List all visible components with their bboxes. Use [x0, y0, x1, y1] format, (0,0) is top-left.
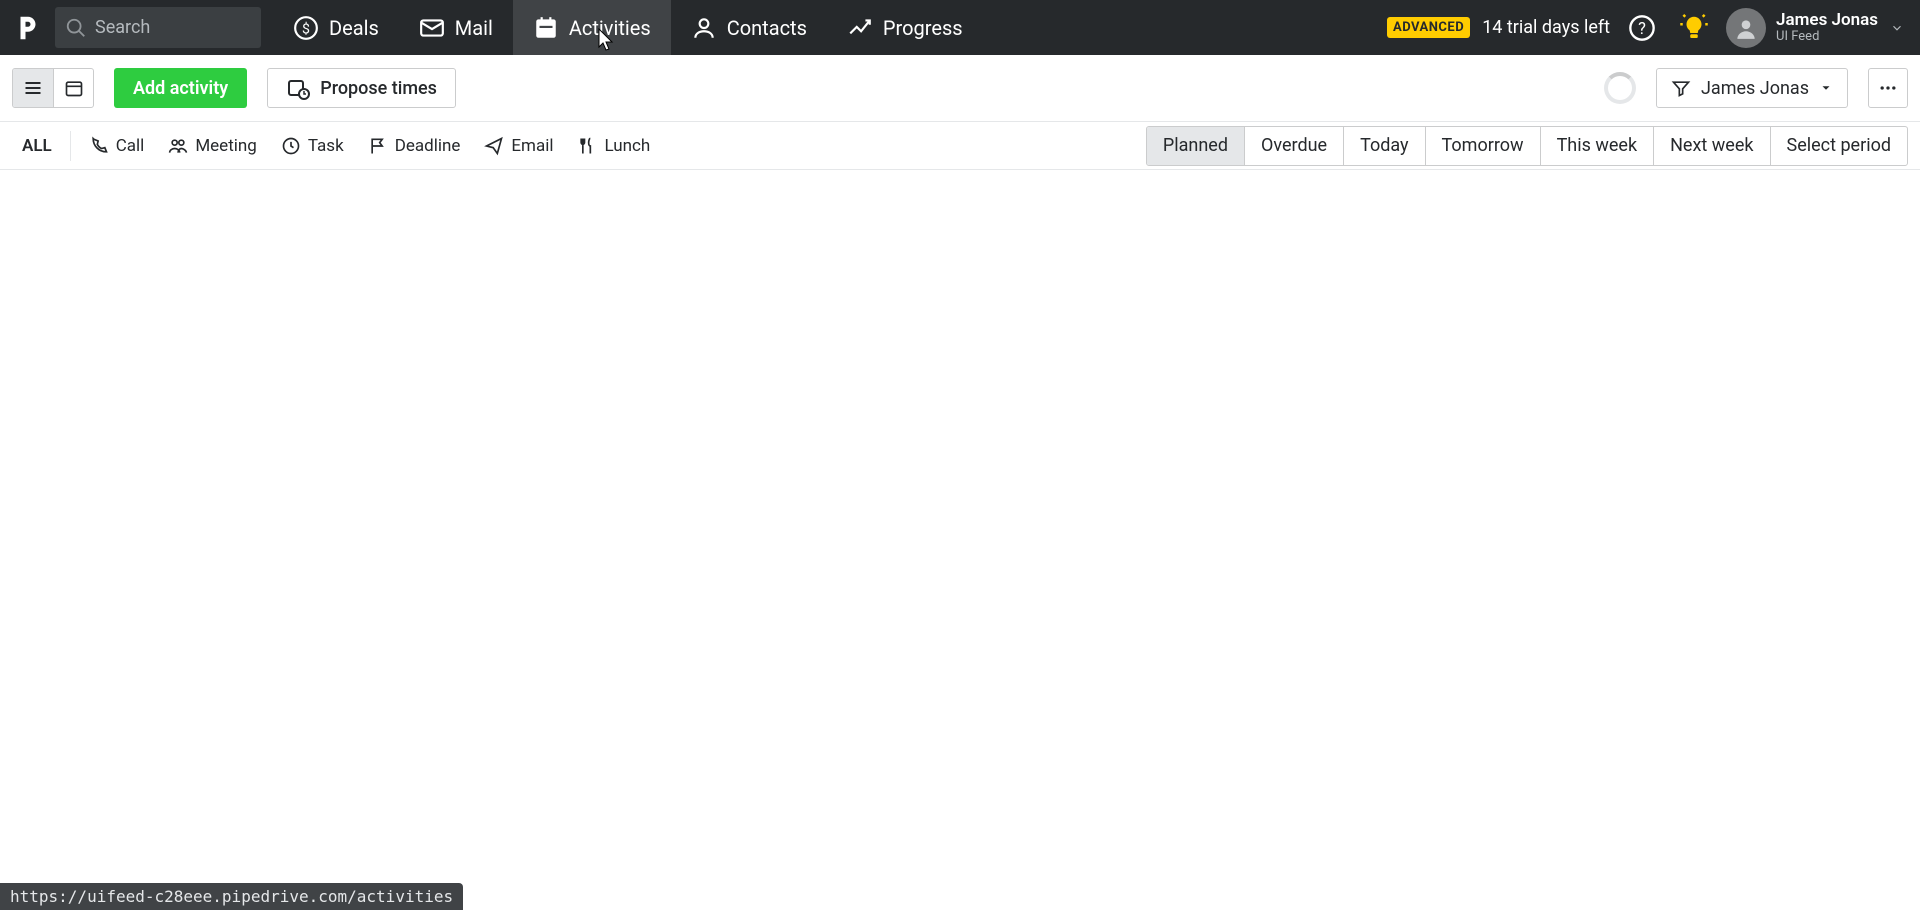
time-filter-group: Planned Overdue Today Tomorrow This week… [1146, 126, 1908, 166]
calendar-small-icon [64, 78, 84, 98]
add-activity-label: Add activity [133, 78, 228, 99]
app-logo[interactable] [0, 0, 55, 55]
nav-mail-label: Mail [455, 16, 493, 40]
filter-icon [1671, 78, 1691, 98]
cutlery-icon [577, 136, 597, 156]
avatar [1726, 8, 1766, 48]
filter-lunch-label: Lunch [604, 136, 650, 156]
filter-call[interactable]: Call [79, 130, 155, 162]
nav-contacts[interactable]: Contacts [671, 0, 827, 55]
tips-button[interactable] [1674, 8, 1714, 48]
filter-call-label: Call [116, 136, 145, 156]
nav-mail[interactable]: Mail [399, 0, 513, 55]
view-list-button[interactable] [13, 69, 53, 107]
calendar-icon [533, 15, 559, 41]
clock-icon [281, 136, 301, 156]
filter-task[interactable]: Task [271, 130, 354, 162]
loading-spinner [1604, 72, 1636, 104]
mail-icon [419, 15, 445, 41]
search-container[interactable] [55, 7, 261, 48]
flag-icon [368, 136, 388, 156]
propose-times-icon [286, 76, 310, 100]
search-icon [65, 17, 87, 39]
time-filter-this-week[interactable]: This week [1540, 127, 1654, 165]
caret-down-icon [1819, 81, 1833, 95]
send-icon [484, 136, 504, 156]
svg-text:?: ? [1638, 18, 1646, 37]
divider [70, 131, 71, 161]
owner-filter-button[interactable]: James Jonas [1656, 68, 1848, 108]
nav-progress-label: Progress [883, 16, 963, 40]
owner-filter-label: James Jonas [1701, 78, 1809, 99]
time-filter-select-period[interactable]: Select period [1770, 127, 1907, 165]
nav-progress[interactable]: Progress [827, 0, 983, 55]
filter-all[interactable]: ALL [12, 136, 62, 156]
time-filter-tomorrow[interactable]: Tomorrow [1425, 127, 1540, 165]
time-filter-overdue[interactable]: Overdue [1244, 127, 1343, 165]
time-filter-today[interactable]: Today [1343, 127, 1424, 165]
time-filter-planned[interactable]: Planned [1147, 127, 1244, 165]
filter-meeting[interactable]: Meeting [158, 130, 267, 162]
help-button[interactable]: ? [1622, 8, 1662, 48]
list-icon [23, 78, 43, 98]
more-horizontal-icon [1878, 78, 1898, 98]
filter-email[interactable]: Email [474, 130, 563, 162]
nav-activities-label: Activities [569, 16, 651, 40]
lightbulb-icon [1679, 13, 1709, 43]
nav-activities[interactable]: Activities [513, 0, 671, 55]
pipedrive-logo-icon [13, 13, 43, 43]
propose-times-label: Propose times [320, 78, 437, 99]
time-filter-next-week[interactable]: Next week [1653, 127, 1769, 165]
add-activity-button[interactable]: Add activity [114, 68, 247, 108]
search-input[interactable] [95, 17, 323, 38]
phone-icon [89, 136, 109, 156]
person-icon [691, 15, 717, 41]
user-menu[interactable]: James Jonas UI Feed [1726, 8, 1910, 48]
filter-deadline-label: Deadline [395, 136, 461, 156]
view-toggle [12, 68, 94, 108]
user-company: UI Feed [1776, 30, 1878, 44]
propose-times-button[interactable]: Propose times [267, 68, 456, 108]
filter-task-label: Task [308, 136, 344, 156]
help-icon: ? [1628, 14, 1656, 42]
more-actions-button[interactable] [1868, 68, 1908, 108]
progress-icon [847, 15, 873, 41]
view-calendar-button[interactable] [53, 69, 93, 107]
trial-text[interactable]: 14 trial days left [1482, 17, 1610, 38]
filter-email-label: Email [511, 136, 553, 156]
avatar-icon [1733, 15, 1759, 41]
chevron-down-icon [1890, 21, 1904, 35]
filter-meeting-label: Meeting [195, 136, 257, 156]
filter-lunch[interactable]: Lunch [567, 130, 660, 162]
status-bar-url: https://uifeed-c28eee.pipedrive.com/acti… [0, 883, 463, 910]
nav-contacts-label: Contacts [727, 16, 807, 40]
plan-badge: ADVANCED [1387, 17, 1470, 38]
nav-deals-label: Deals [329, 16, 379, 40]
user-name: James Jonas [1776, 11, 1878, 30]
people-icon [168, 136, 188, 156]
filter-deadline[interactable]: Deadline [358, 130, 471, 162]
